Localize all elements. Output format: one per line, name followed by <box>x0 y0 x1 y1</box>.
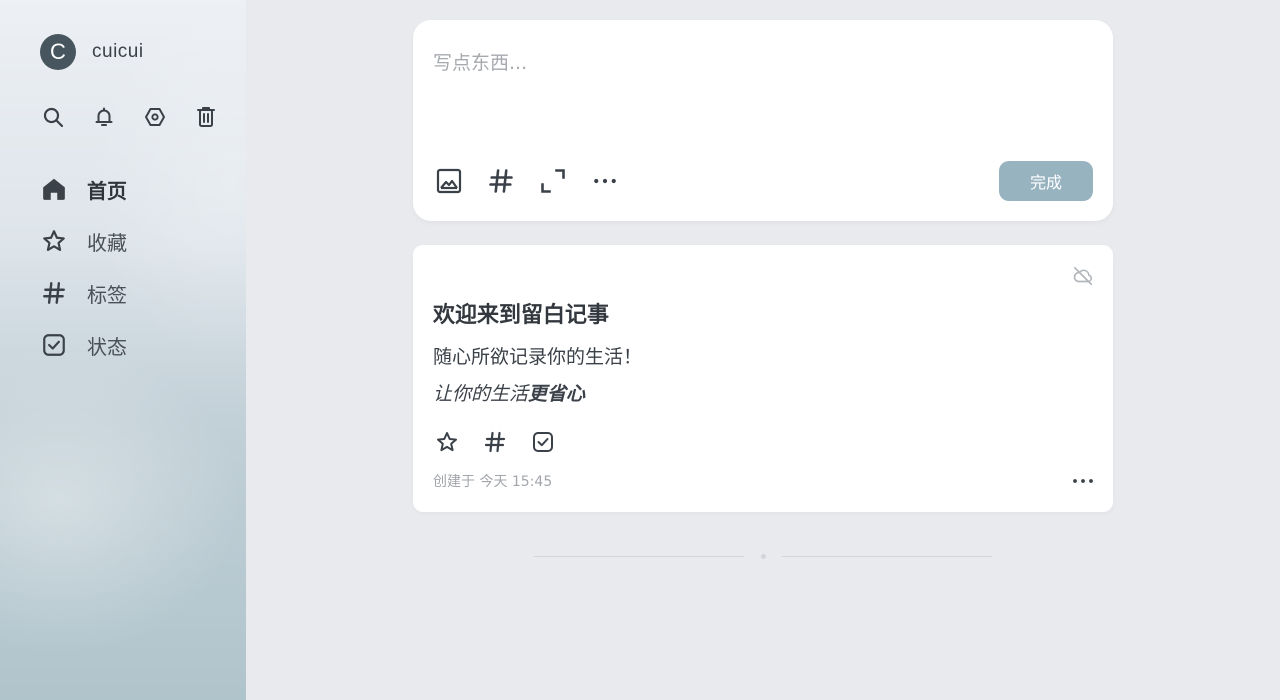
star-icon <box>437 432 457 452</box>
tag-note-button[interactable] <box>482 429 508 455</box>
sidebar-item-tags[interactable]: 标签 <box>40 276 127 310</box>
user-profile[interactable]: C cuicui <box>40 34 144 70</box>
search-button[interactable] <box>40 104 66 130</box>
favorite-note-button[interactable] <box>434 429 460 455</box>
more-horizontal-icon <box>594 178 616 184</box>
more-options-button[interactable] <box>591 167 619 195</box>
done-button[interactable]: 完成 <box>999 161 1093 201</box>
hash-icon <box>484 431 506 453</box>
note-bold-text: 更省心 <box>528 383 586 405</box>
hash-icon <box>489 169 513 193</box>
note-body-line: 随心所欲记录你的生活！ <box>433 346 643 368</box>
search-icon <box>43 107 64 128</box>
check-square-icon <box>40 331 68 359</box>
note-title: 欢迎来到留白记事 <box>433 303 610 328</box>
username[interactable]: cuicui <box>92 41 144 63</box>
editor-toolbar <box>435 167 643 195</box>
expand-icon <box>541 169 565 193</box>
settings-button[interactable] <box>142 104 168 130</box>
bell-icon <box>95 107 113 126</box>
insert-tag-button[interactable] <box>487 167 515 195</box>
note-italic-text: 让你的生活 <box>433 383 529 405</box>
sidebar-item-label: 标签 <box>87 282 127 307</box>
note-input[interactable] <box>433 48 1073 128</box>
end-of-list-divider <box>534 554 992 560</box>
sidebar-item-label: 首页 <box>87 178 127 203</box>
trash-icon <box>197 107 215 127</box>
note-card[interactable]: 欢迎来到留白记事 随心所欲记录你的生活！ 让你的生活更省心 创建于 今天 15:… <box>413 245 1113 512</box>
sidebar-item-label: 状态 <box>87 334 127 359</box>
note-actions <box>434 429 578 455</box>
image-icon <box>436 168 462 194</box>
note-more-button[interactable] <box>1071 471 1095 491</box>
sidebar-item-status[interactable]: 状态 <box>40 328 127 362</box>
divider-line <box>782 556 992 557</box>
sidebar-item-favorites[interactable]: 收藏 <box>40 224 127 258</box>
hash-icon <box>40 279 68 307</box>
check-square-icon <box>533 432 553 452</box>
sidebar-item-label: 收藏 <box>87 230 127 255</box>
status-note-button[interactable] <box>530 429 556 455</box>
notifications-button[interactable] <box>91 104 117 130</box>
sidebar-toolbar <box>40 104 244 130</box>
note-body-line-emphasis: 让你的生活更省心 <box>433 379 585 406</box>
sidebar-item-home[interactable]: 首页 <box>40 172 127 206</box>
home-icon <box>40 175 68 203</box>
settings-hexagon-icon <box>145 108 165 126</box>
note-created-time: 创建于 今天 15:45 <box>433 474 553 490</box>
divider-line <box>534 556 744 557</box>
fullscreen-button[interactable] <box>539 167 567 195</box>
more-horizontal-icon <box>1073 479 1093 483</box>
divider-dot <box>761 554 766 559</box>
star-icon <box>40 227 68 255</box>
insert-image-button[interactable] <box>435 167 463 195</box>
sidebar-nav: 首页 收藏 标签 状态 <box>40 172 127 380</box>
avatar[interactable]: C <box>40 34 76 70</box>
cloud-off-icon[interactable] <box>1072 265 1094 287</box>
sidebar: C cuicui 首页 收藏 标签 状态 <box>0 0 246 700</box>
trash-button[interactable] <box>193 104 219 130</box>
note-editor: 完成 <box>413 20 1113 221</box>
